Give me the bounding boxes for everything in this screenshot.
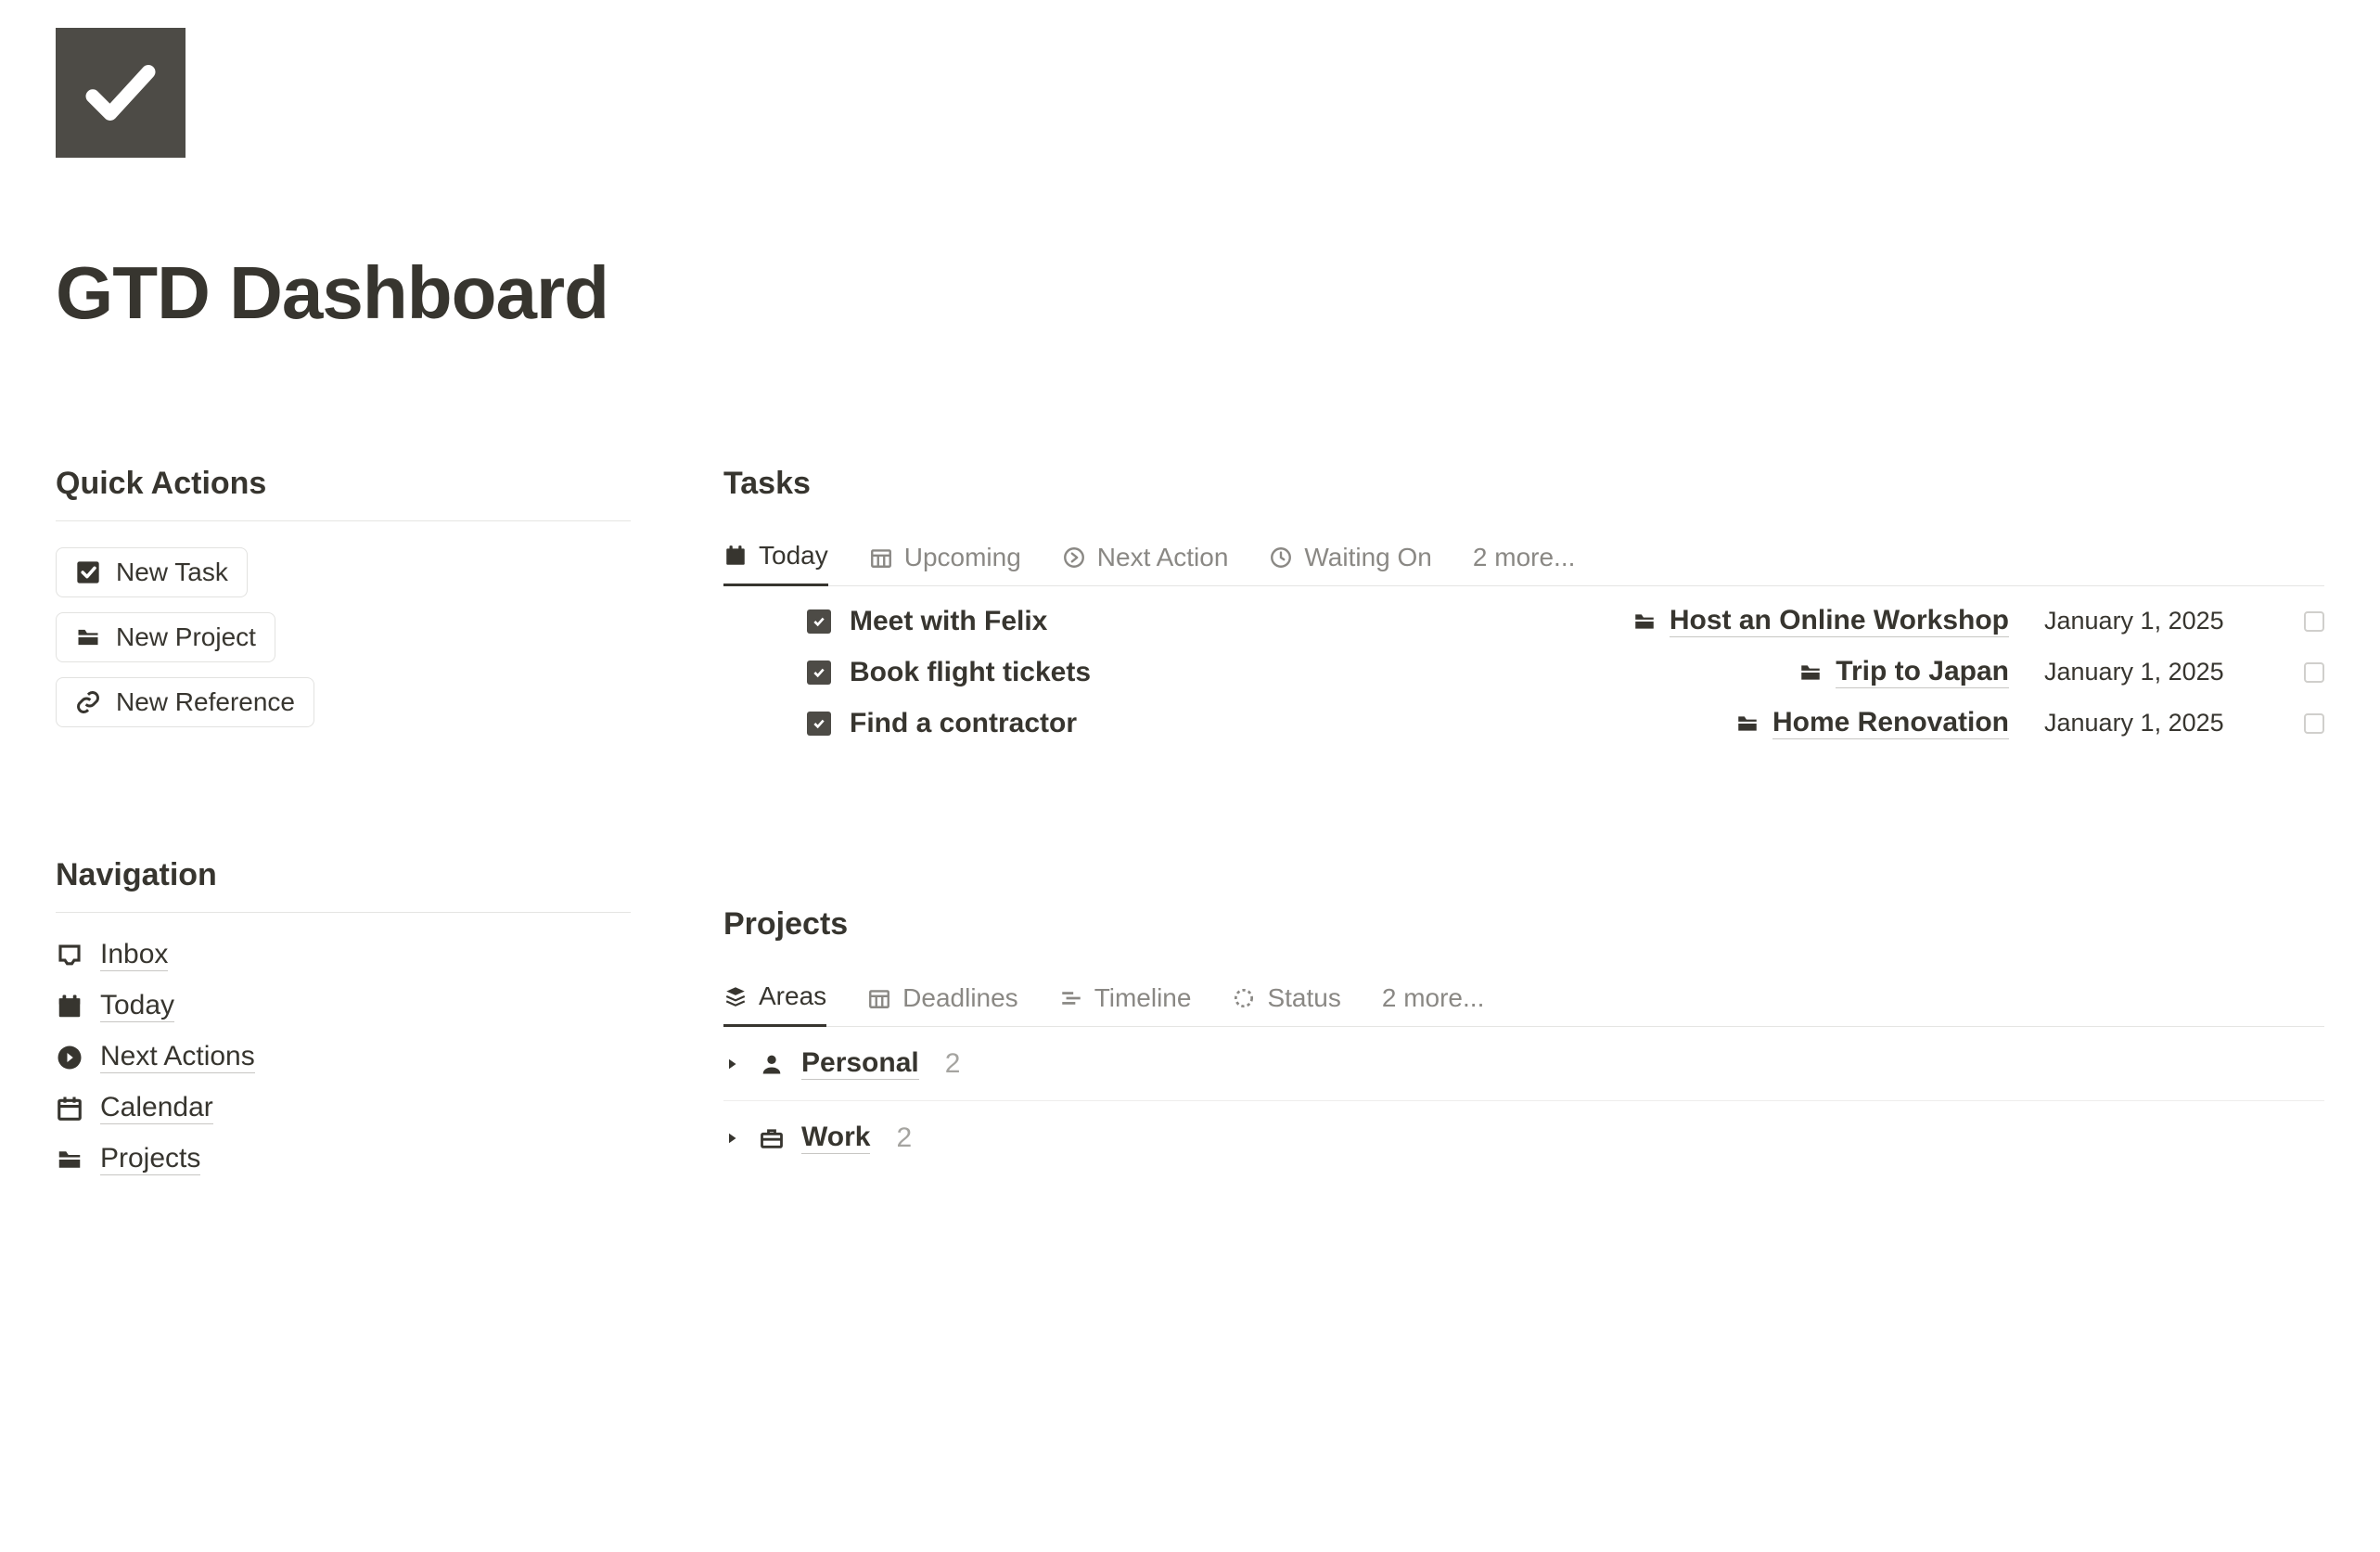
- task-date: January 1, 2025: [2044, 709, 2267, 738]
- project-label: Trip to Japan: [1836, 656, 2009, 688]
- new-reference-button[interactable]: New Reference: [56, 677, 314, 727]
- folder-icon: [1798, 661, 1823, 685]
- checkbox-icon: [75, 559, 101, 585]
- tab-today[interactable]: Today: [723, 541, 828, 586]
- tab-label: Next Action: [1097, 543, 1229, 572]
- nav-item-next-actions[interactable]: Next Actions: [56, 1041, 631, 1073]
- tab-areas[interactable]: Areas: [723, 981, 826, 1027]
- timeline-icon: [1059, 986, 1083, 1010]
- calendar-today-icon: [723, 544, 748, 568]
- tab-label: Timeline: [1094, 983, 1192, 1013]
- person-icon: [759, 1051, 785, 1077]
- divider: [56, 912, 631, 913]
- divider: [56, 520, 631, 521]
- area-label: Personal: [801, 1047, 919, 1080]
- tab-deadlines[interactable]: Deadlines: [867, 983, 1018, 1026]
- arrow-circle-icon: [56, 1044, 83, 1071]
- tab-waiting-on[interactable]: Waiting On: [1269, 543, 1431, 585]
- checkbox-icon: [807, 609, 831, 634]
- link-icon: [75, 689, 101, 715]
- area-row-work[interactable]: Work 2: [723, 1100, 2324, 1174]
- area-count: 2: [896, 1122, 912, 1154]
- nav-item-projects[interactable]: Projects: [56, 1143, 631, 1175]
- tab-label: Status: [1267, 983, 1340, 1013]
- clock-icon: [1269, 545, 1293, 570]
- new-project-button[interactable]: New Project: [56, 612, 275, 662]
- task-date: January 1, 2025: [2044, 607, 2267, 635]
- task-title: Book flight tickets: [850, 657, 1091, 688]
- nav-label: Projects: [100, 1143, 200, 1175]
- project-label: Home Renovation: [1772, 707, 2009, 739]
- arrow-circle-icon: [1062, 545, 1086, 570]
- project-label: Host an Online Workshop: [1670, 605, 2009, 637]
- calendar-icon: [56, 1095, 83, 1122]
- caret-right-icon: [723, 1130, 742, 1147]
- area-row-personal[interactable]: Personal 2: [723, 1027, 2324, 1100]
- nav-item-today[interactable]: Today: [56, 990, 631, 1022]
- tab-label: Upcoming: [904, 543, 1021, 572]
- new-task-button[interactable]: New Task: [56, 547, 248, 597]
- tab-next-action[interactable]: Next Action: [1062, 543, 1229, 585]
- task-project[interactable]: Trip to Japan: [1798, 656, 2009, 688]
- task-row[interactable]: Book flight tickets Trip to Japan Januar…: [807, 656, 2324, 688]
- folder-icon: [56, 1146, 83, 1174]
- tab-timeline[interactable]: Timeline: [1059, 983, 1192, 1026]
- task-row[interactable]: Meet with Felix Host an Online Workshop …: [807, 605, 2324, 637]
- calendar-grid-icon: [867, 986, 891, 1010]
- tab-label: Areas: [759, 981, 826, 1011]
- nav-item-calendar[interactable]: Calendar: [56, 1092, 631, 1124]
- briefcase-icon: [759, 1125, 785, 1151]
- navigation-heading: Navigation: [56, 857, 631, 893]
- area-count: 2: [945, 1048, 961, 1080]
- task-checkbox[interactable]: [2304, 713, 2324, 734]
- projects-tabs: Areas Deadlines Timeline: [723, 981, 2324, 1027]
- folder-icon: [75, 624, 101, 650]
- tab-status[interactable]: Status: [1232, 983, 1340, 1026]
- nav-label: Calendar: [100, 1092, 213, 1124]
- inbox-icon: [56, 942, 83, 969]
- folder-icon: [1735, 712, 1759, 736]
- task-date: January 1, 2025: [2044, 658, 2267, 686]
- page-icon[interactable]: [56, 28, 186, 158]
- nav-label: Next Actions: [100, 1041, 255, 1073]
- status-icon: [1232, 986, 1256, 1010]
- button-label: New Task: [116, 558, 228, 587]
- button-label: New Project: [116, 622, 256, 652]
- task-title: Meet with Felix: [850, 606, 1047, 637]
- task-checkbox[interactable]: [2304, 611, 2324, 632]
- task-checkbox[interactable]: [2304, 662, 2324, 683]
- calendar-grid-icon: [869, 545, 893, 570]
- task-project[interactable]: Home Renovation: [1735, 707, 2009, 739]
- checkbox-icon: [807, 661, 831, 685]
- tab-label: Today: [759, 541, 828, 571]
- tasks-heading: Tasks: [723, 466, 2324, 502]
- quick-actions-heading: Quick Actions: [56, 466, 631, 502]
- nav-label: Today: [100, 990, 174, 1022]
- page-title[interactable]: GTD Dashboard: [56, 250, 2324, 336]
- nav-item-inbox[interactable]: Inbox: [56, 939, 631, 971]
- tab-label: Deadlines: [902, 983, 1018, 1013]
- tasks-tabs: Today Upcoming Next Action: [723, 541, 2324, 586]
- calendar-today-icon: [56, 993, 83, 1020]
- tasks-tabs-more[interactable]: 2 more...: [1473, 543, 1575, 585]
- folder-icon: [1632, 609, 1657, 634]
- area-label: Work: [801, 1122, 870, 1154]
- task-project[interactable]: Host an Online Workshop: [1632, 605, 2009, 637]
- caret-right-icon: [723, 1056, 742, 1072]
- projects-tabs-more[interactable]: 2 more...: [1382, 983, 1484, 1026]
- nav-label: Inbox: [100, 939, 168, 971]
- tab-upcoming[interactable]: Upcoming: [869, 543, 1021, 585]
- layers-icon: [723, 984, 748, 1008]
- button-label: New Reference: [116, 687, 295, 717]
- projects-heading: Projects: [723, 906, 2324, 943]
- task-row[interactable]: Find a contractor Home Renovation Januar…: [807, 707, 2324, 739]
- tab-label: Waiting On: [1304, 543, 1431, 572]
- checkbox-icon: [807, 712, 831, 736]
- task-title: Find a contractor: [850, 708, 1077, 739]
